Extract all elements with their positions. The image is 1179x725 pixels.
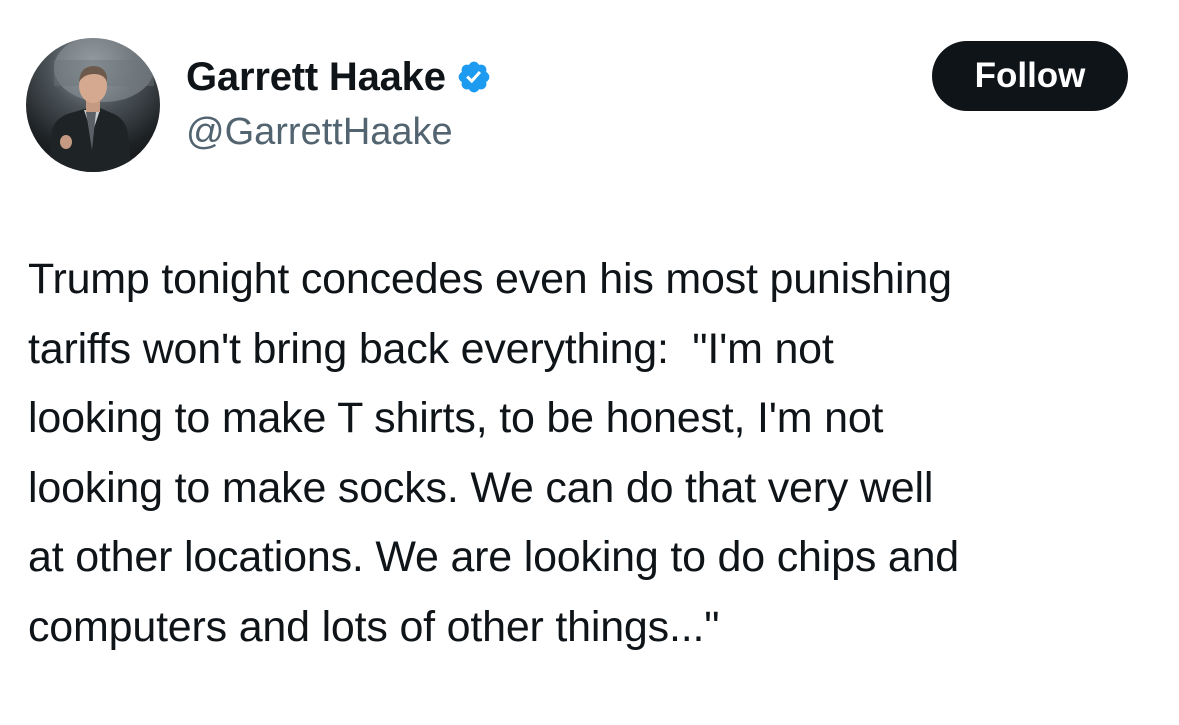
tweet-card: Garrett Haake @GarrettHaake Follow Trump…	[0, 0, 1179, 725]
author-avatar[interactable]	[26, 38, 160, 172]
tweet-text-line: looking to make T shirts, to be honest, …	[28, 394, 884, 442]
tweet-text-line: computers and lots of other things..."	[28, 602, 720, 651]
tweet-text: Trump tonight concedes even his most pun…	[28, 245, 1168, 662]
author-handle[interactable]: @GarrettHaake	[186, 110, 453, 154]
author-name-row: Garrett Haake	[186, 54, 492, 100]
follow-button[interactable]: Follow	[932, 41, 1128, 111]
avatar-photo-icon	[48, 38, 154, 172]
tweet-text-line: Trump tonight concedes even his most pun…	[28, 255, 952, 303]
tweet-text-line: looking to make socks. We can do that ve…	[28, 463, 934, 512]
author-display-name[interactable]: Garrett Haake	[186, 54, 446, 100]
tweet-text-line: tariffs won't bring back everything: "I'…	[28, 324, 834, 373]
verified-badge-icon[interactable]	[456, 59, 492, 95]
tweet-text-line: at other locations. We are looking to do…	[28, 533, 960, 581]
